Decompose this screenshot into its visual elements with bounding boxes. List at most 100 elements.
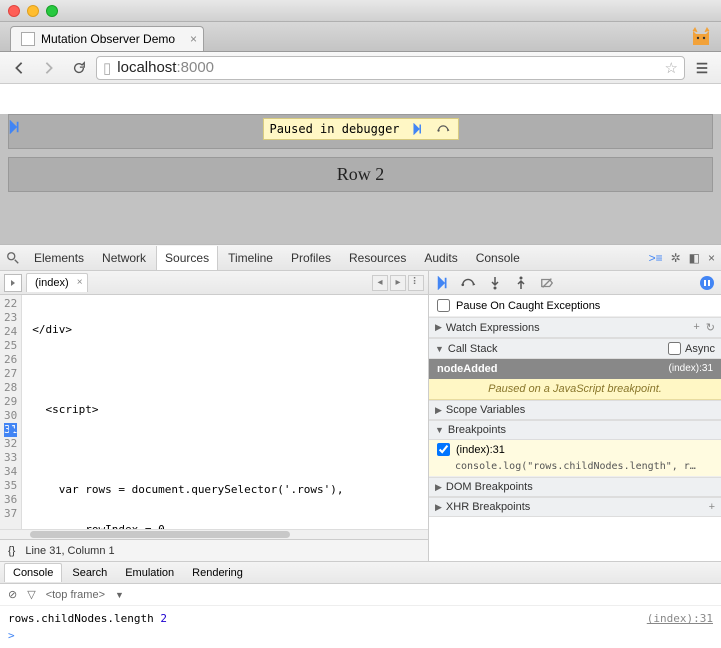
page-row: Row 2 [8, 157, 713, 192]
extension-cat-icon[interactable] [689, 25, 713, 49]
dock-side-icon[interactable]: ◧ [689, 251, 700, 265]
devtools-tab-elements[interactable]: Elements [26, 246, 92, 270]
collapse-arrow-icon: ▶ [435, 502, 442, 513]
drawer-tabbar: Console Search Emulation Rendering [0, 562, 721, 584]
xhr-breakpoints-header[interactable]: ▶ XHR Breakpoints + [429, 497, 721, 517]
expand-arrow-icon: ▼ [435, 344, 444, 354]
reload-button[interactable] [66, 56, 92, 80]
console-output[interactable]: rows.childNodes.length 2 (index):31 > [0, 606, 721, 648]
add-xhr-bp-icon[interactable]: + [709, 501, 715, 513]
async-checkbox[interactable] [668, 342, 681, 355]
call-stack-header[interactable]: ▼ Call Stack Async [429, 338, 721, 359]
devtools-tab-console[interactable]: Console [468, 246, 528, 270]
breakpoint-item[interactable]: (index):31 [429, 440, 721, 459]
console-prompt[interactable]: > [8, 627, 713, 644]
call-stack-frame[interactable]: nodeAdded (index):31 [429, 359, 721, 379]
console-source-link[interactable]: (index):31 [647, 612, 713, 625]
devtools-tab-network[interactable]: Network [94, 246, 154, 270]
console-toolbar: ⊘ ▽ <top frame> ▼ [0, 584, 721, 606]
forward-button[interactable] [36, 56, 62, 80]
window-zoom-button[interactable] [46, 5, 58, 17]
collapse-arrow-icon: ▶ [435, 405, 442, 416]
line-gutter[interactable]: 22232425262728293031323334353637 [0, 295, 22, 529]
pause-on-exceptions-button[interactable] [699, 275, 715, 291]
toggle-drawer-icon[interactable]: >≡ [649, 251, 663, 265]
frame-location: (index):31 [669, 363, 713, 375]
filter-icon[interactable]: ▽ [27, 588, 35, 601]
drawer-tab-search[interactable]: Search [64, 564, 115, 582]
pause-on-caught-row[interactable]: Pause On Caught Exceptions [429, 295, 721, 317]
source-file-tab[interactable]: (index) × [26, 273, 88, 292]
frame-selector[interactable]: <top frame> [46, 589, 105, 601]
step-over-button[interactable] [461, 275, 477, 291]
watch-expressions-header[interactable]: ▶ Watch Expressions +↻ [429, 317, 721, 338]
frame-function: nodeAdded [437, 363, 498, 375]
history-fwd-button[interactable]: ▸ [390, 275, 406, 291]
breakpoint-label: (index):31 [456, 444, 505, 456]
window-minimize-button[interactable] [27, 5, 39, 17]
clear-console-icon[interactable]: ⊘ [8, 588, 17, 601]
collapse-arrow-icon: ▶ [435, 482, 442, 493]
console-log-line: rows.childNodes.length 2 (index):31 [8, 610, 713, 627]
resume-overlay-icon[interactable] [8, 120, 22, 134]
devtools-close-icon[interactable]: × [708, 251, 715, 265]
url-host: localhost [117, 59, 176, 76]
step-out-button[interactable] [513, 275, 529, 291]
url-port: :8000 [176, 59, 214, 76]
inspect-search-icon[interactable] [6, 251, 20, 265]
breakpoint-checkbox[interactable] [437, 443, 450, 456]
window-titlebar [0, 0, 721, 22]
pause-on-caught-checkbox[interactable] [437, 299, 450, 312]
editor-statusbar: {} Line 31, Column 1 [0, 539, 428, 561]
drawer-tab-console[interactable]: Console [4, 563, 62, 582]
horizontal-scrollbar[interactable] [0, 529, 428, 539]
page-icon [21, 32, 35, 46]
tab-title: Mutation Observer Demo [41, 32, 175, 46]
sources-pane: (index) × ◂ ▸ ⠇ 222324252627282930313233… [0, 271, 429, 561]
devtools-tab-profiles[interactable]: Profiles [283, 246, 339, 270]
banner-resume-button[interactable] [410, 121, 426, 137]
frame-selector-chevron-icon[interactable]: ▼ [115, 590, 124, 600]
devtools-tab-sources[interactable]: Sources [156, 246, 218, 270]
source-file-tabs: (index) × ◂ ▸ ⠇ [0, 271, 428, 295]
collapse-arrow-icon: ▶ [435, 322, 442, 333]
devtools-tab-audits[interactable]: Audits [416, 246, 465, 270]
drawer-tab-rendering[interactable]: Rendering [184, 564, 251, 582]
more-tabs-button[interactable]: ⠇ [408, 275, 424, 291]
braces-icon[interactable]: {} [8, 545, 15, 557]
close-file-icon[interactable]: × [77, 277, 83, 288]
browser-toolbar: ▯ localhost:8000 ☆ [0, 52, 721, 84]
pause-on-caught-label: Pause On Caught Exceptions [456, 300, 600, 312]
devtools-tab-resources[interactable]: Resources [341, 246, 414, 270]
step-into-button[interactable] [487, 275, 503, 291]
site-info-icon[interactable]: ▯ [103, 59, 111, 77]
add-watch-icon[interactable]: + [693, 321, 699, 334]
tab-close-icon[interactable]: × [190, 32, 197, 46]
refresh-watch-icon[interactable]: ↻ [706, 321, 715, 334]
window-close-button[interactable] [8, 5, 20, 17]
banner-step-button[interactable] [436, 121, 452, 137]
deactivate-breakpoints-button[interactable] [539, 275, 555, 291]
resume-button[interactable] [435, 275, 451, 291]
scope-variables-header[interactable]: ▶ Scope Variables [429, 400, 721, 420]
browser-tab[interactable]: Mutation Observer Demo × [10, 26, 204, 51]
dom-breakpoints-header[interactable]: ▶ DOM Breakpoints [429, 477, 721, 497]
debugger-controls [429, 271, 721, 295]
browser-menu-button[interactable] [689, 56, 715, 80]
cursor-position: Line 31, Column 1 [25, 545, 114, 557]
show-navigator-button[interactable] [4, 274, 22, 292]
back-button[interactable] [6, 56, 32, 80]
pause-reason: Paused on a JavaScript breakpoint. [429, 379, 721, 400]
settings-gear-icon[interactable]: ✲ [671, 251, 681, 265]
devtools-tab-timeline[interactable]: Timeline [220, 246, 281, 270]
address-bar[interactable]: ▯ localhost:8000 ☆ [96, 56, 685, 80]
bookmark-star-icon[interactable]: ☆ [665, 59, 678, 77]
debugger-sidebar: Pause On Caught Exceptions ▶ Watch Expre… [429, 271, 721, 561]
devtools-tabbar: Elements Network Sources Timeline Profil… [0, 245, 721, 271]
breakpoints-header[interactable]: ▼ Breakpoints [429, 420, 721, 440]
expand-arrow-icon: ▼ [435, 425, 444, 435]
browser-tabstrip: Mutation Observer Demo × [0, 22, 721, 52]
history-back-button[interactable]: ◂ [372, 275, 388, 291]
drawer-tab-emulation[interactable]: Emulation [117, 564, 182, 582]
code-editor[interactable]: 22232425262728293031323334353637 </div> … [0, 295, 428, 529]
